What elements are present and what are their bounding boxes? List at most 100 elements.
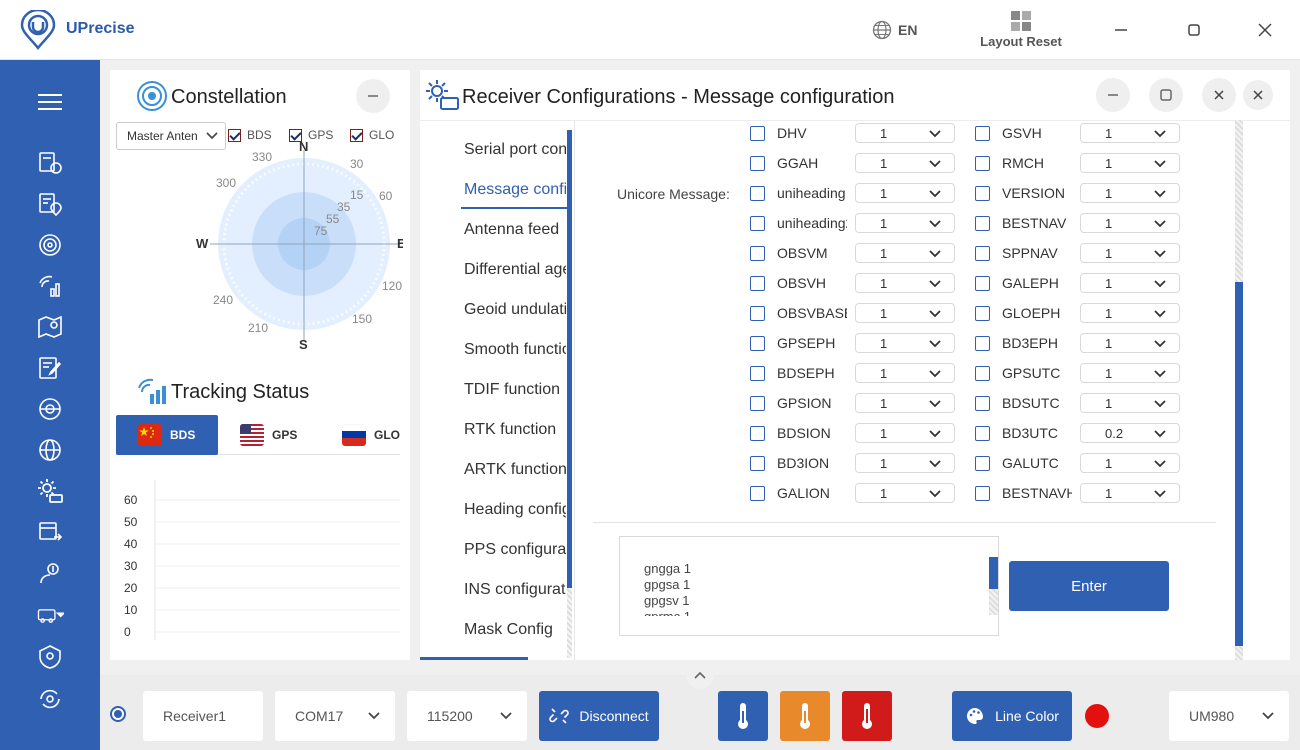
sync-settings-icon[interactable] [36, 685, 64, 713]
device-file-icon[interactable] [36, 149, 64, 177]
message-checkbox[interactable] [975, 306, 990, 321]
menu-scrollbar-thumb[interactable] [567, 130, 572, 588]
message-rate-select[interactable]: 1 [1080, 123, 1180, 143]
message-rate-select[interactable]: 1 [855, 303, 955, 323]
config-scrollbar-thumb[interactable] [1235, 282, 1243, 646]
message-checkbox[interactable] [975, 156, 990, 171]
tracking-signal-icon[interactable] [36, 272, 64, 300]
message-checkbox[interactable] [750, 336, 765, 351]
message-checkbox[interactable] [750, 426, 765, 441]
message-rate-select[interactable]: 1 [855, 453, 955, 473]
command-textarea[interactable]: gngga 1 gpgsa 1 gpgsv 1 gprmc 1 [619, 536, 999, 636]
message-rate-select[interactable]: 1 [1080, 333, 1180, 353]
temperature-low-button[interactable] [718, 691, 768, 741]
message-rate-select[interactable]: 1 [855, 333, 955, 353]
tab-gps[interactable]: GPS [240, 415, 297, 455]
line-color-button[interactable]: Line Color [952, 691, 1072, 741]
message-checkbox[interactable] [975, 396, 990, 411]
message-rate-select[interactable]: 1 [855, 423, 955, 443]
message-rate-select[interactable]: 1 [1080, 273, 1180, 293]
message-checkbox[interactable] [750, 246, 765, 261]
menu-antenna-feed[interactable]: Antenna feed [464, 221, 566, 239]
message-checkbox[interactable] [750, 216, 765, 231]
menu-rtk-function[interactable]: RTK function [464, 421, 566, 439]
message-rate-select[interactable]: 1 [855, 153, 955, 173]
message-checkbox[interactable] [750, 276, 765, 291]
message-checkbox[interactable] [975, 276, 990, 291]
message-rate-select[interactable]: 1 [855, 363, 955, 383]
message-rate-select[interactable]: 1 [1080, 243, 1180, 263]
message-checkbox[interactable] [750, 366, 765, 381]
upload-user-icon[interactable] [36, 559, 64, 587]
maximize-window-button[interactable] [1182, 18, 1206, 42]
security-icon[interactable] [36, 643, 64, 671]
menu-differential-age[interactable]: Differential age [464, 261, 566, 279]
close-window-button[interactable] [1253, 18, 1277, 42]
enter-button[interactable]: Enter [1009, 561, 1169, 611]
message-rate-select[interactable]: 1 [1080, 183, 1180, 203]
menu-icon[interactable] [36, 88, 64, 116]
message-checkbox[interactable] [975, 486, 990, 501]
vehicle-dropdown-icon[interactable] [36, 600, 64, 628]
tab-bds[interactable]: BDS [116, 415, 218, 455]
temperature-medium-button[interactable] [780, 691, 830, 741]
menu-heading-configuration[interactable]: Heading configuration [464, 501, 566, 519]
menu-geoid-undulation[interactable]: Geoid undulation [464, 301, 566, 319]
message-checkbox[interactable] [750, 396, 765, 411]
message-checkbox[interactable] [975, 366, 990, 381]
message-rate-select[interactable]: 1 [1080, 453, 1180, 473]
menu-smooth-function[interactable]: Smooth function [464, 341, 566, 359]
menu-message-configuration[interactable]: Message configuration [464, 181, 566, 199]
data-export-icon[interactable] [36, 518, 64, 546]
message-rate-select[interactable]: 1 [855, 483, 955, 503]
message-rate-select[interactable]: 1 [855, 183, 955, 203]
menu-artk-function[interactable]: ARTK function [464, 461, 566, 479]
receiver-settings-icon[interactable] [36, 477, 64, 505]
collapse-toolbar-button[interactable] [686, 661, 714, 689]
menu-serial-port[interactable]: Serial port configuration [464, 141, 566, 159]
message-checkbox[interactable] [750, 456, 765, 471]
message-rate-select[interactable]: 1 [1080, 393, 1180, 413]
receiver-name-field[interactable]: Receiver1 [143, 691, 263, 741]
config-minimize-button[interactable] [1096, 78, 1130, 112]
message-checkbox[interactable] [750, 126, 765, 141]
message-rate-select[interactable]: 0.2 [1080, 423, 1180, 443]
language-selector[interactable]: EN [872, 20, 917, 40]
target-config-icon[interactable] [36, 395, 64, 423]
message-rate-select[interactable]: 1 [1080, 153, 1180, 173]
model-select[interactable]: UM980 [1169, 691, 1289, 741]
menu-tdif-function[interactable]: TDIF function [464, 381, 566, 399]
com-port-select[interactable]: COM17 [275, 691, 395, 741]
message-rate-select[interactable]: 1 [1080, 483, 1180, 503]
map-location-icon[interactable] [36, 313, 64, 341]
config-maximize-button[interactable] [1149, 78, 1183, 112]
message-checkbox[interactable] [975, 186, 990, 201]
menu-scrollbar-track[interactable] [567, 588, 572, 658]
temperature-high-button[interactable] [842, 691, 892, 741]
message-checkbox[interactable] [975, 456, 990, 471]
message-checkbox[interactable] [975, 246, 990, 261]
message-checkbox[interactable] [750, 486, 765, 501]
disconnect-button[interactable]: Disconnect [539, 691, 659, 741]
connection-status-indicator[interactable] [110, 706, 126, 722]
constellation-icon[interactable] [36, 231, 64, 259]
config-close-button[interactable] [1202, 78, 1236, 112]
message-checkbox[interactable] [750, 306, 765, 321]
minimize-window-button[interactable] [1109, 18, 1133, 42]
layout-reset-button[interactable]: Layout Reset [975, 10, 1067, 49]
message-rate-select[interactable]: 1 [855, 273, 955, 293]
message-rate-select[interactable]: 1 [855, 393, 955, 413]
location-document-icon[interactable] [36, 190, 64, 218]
message-checkbox[interactable] [975, 426, 990, 441]
message-checkbox[interactable] [975, 336, 990, 351]
message-checkbox[interactable] [975, 126, 990, 141]
baud-rate-select[interactable]: 115200 [407, 691, 527, 741]
tab-glo[interactable]: GLO [342, 415, 400, 455]
message-rate-select[interactable]: 1 [1080, 303, 1180, 323]
message-rate-select[interactable]: 1 [1080, 213, 1180, 233]
command-scrollbar-thumb[interactable] [989, 557, 998, 589]
menu-mask-config[interactable]: Mask Config [464, 621, 566, 639]
message-rate-select[interactable]: 1 [855, 123, 955, 143]
message-rate-select[interactable]: 1 [855, 243, 955, 263]
command-scrollbar-track[interactable] [989, 589, 998, 615]
